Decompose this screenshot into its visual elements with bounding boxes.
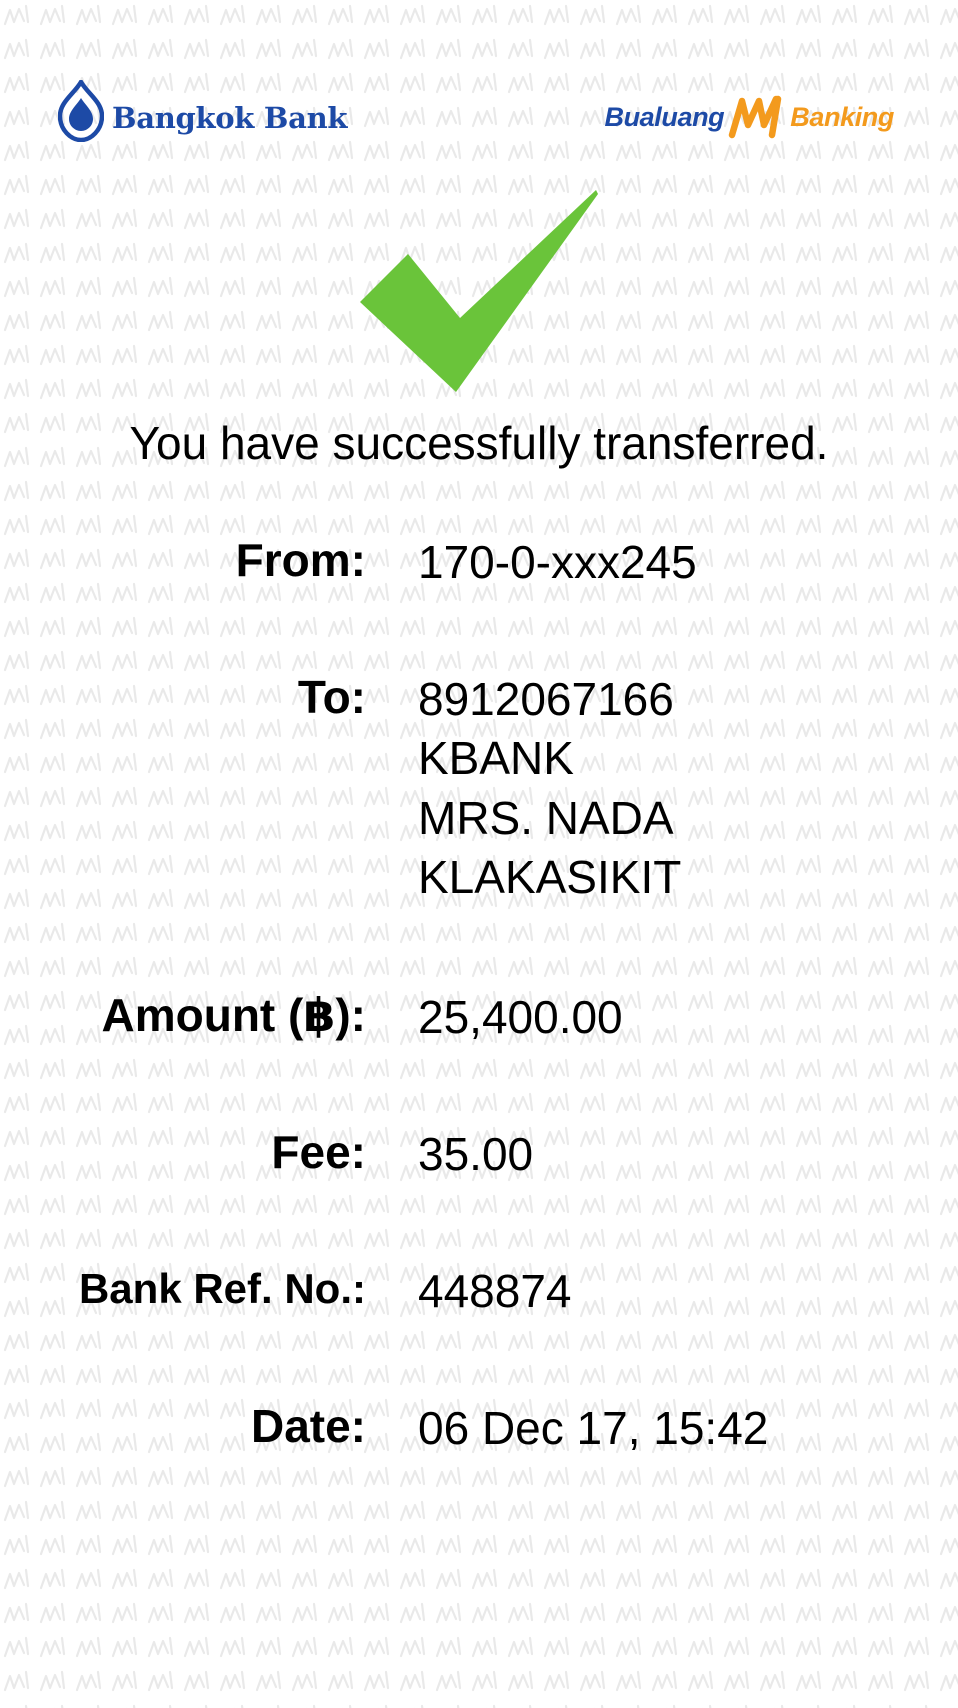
bangkok-bank-logo-text: Bangkok Bank: [112, 101, 348, 135]
date-value: 06 Dec 17, 15:42: [418, 1402, 769, 1454]
to-bank-value: KBANK: [418, 732, 574, 784]
to-name-line2-value: KLAKASIKIT: [418, 851, 682, 903]
amount-label: Amount (฿):: [101, 989, 366, 1041]
fee-label: Fee:: [271, 1126, 366, 1178]
m-mark-icon: [729, 95, 782, 139]
success-message: You have successfully transferred.: [129, 417, 829, 469]
transfer-receipt: Bangkok Bank Bualuang Banking You have s…: [0, 0, 958, 1708]
fee-value: 35.00: [418, 1128, 534, 1180]
bualuang-mbanking-logo: Bualuang Banking: [604, 94, 894, 140]
banking-logo-text: Banking: [790, 101, 894, 132]
bangkok-bank-logo: Bangkok Bank: [58, 80, 347, 142]
to-account-value: 8912067166: [418, 673, 674, 725]
date-label: Date:: [250, 1400, 366, 1452]
bangkok-bank-emblem-icon: [58, 80, 104, 142]
bualuang-logo-text: Bualuang: [604, 101, 725, 132]
bank-ref-label: Bank Ref. No.:: [78, 1265, 366, 1312]
amount-value: 25,400.00: [418, 991, 623, 1043]
bank-ref-value: 448874: [418, 1265, 572, 1317]
from-account-value: 170-0-xxx245: [418, 536, 697, 588]
to-name-line1-value: MRS. NADA: [418, 792, 674, 844]
from-label: From:: [235, 534, 366, 586]
success-check-icon: [360, 190, 598, 392]
to-label: To:: [297, 671, 366, 723]
